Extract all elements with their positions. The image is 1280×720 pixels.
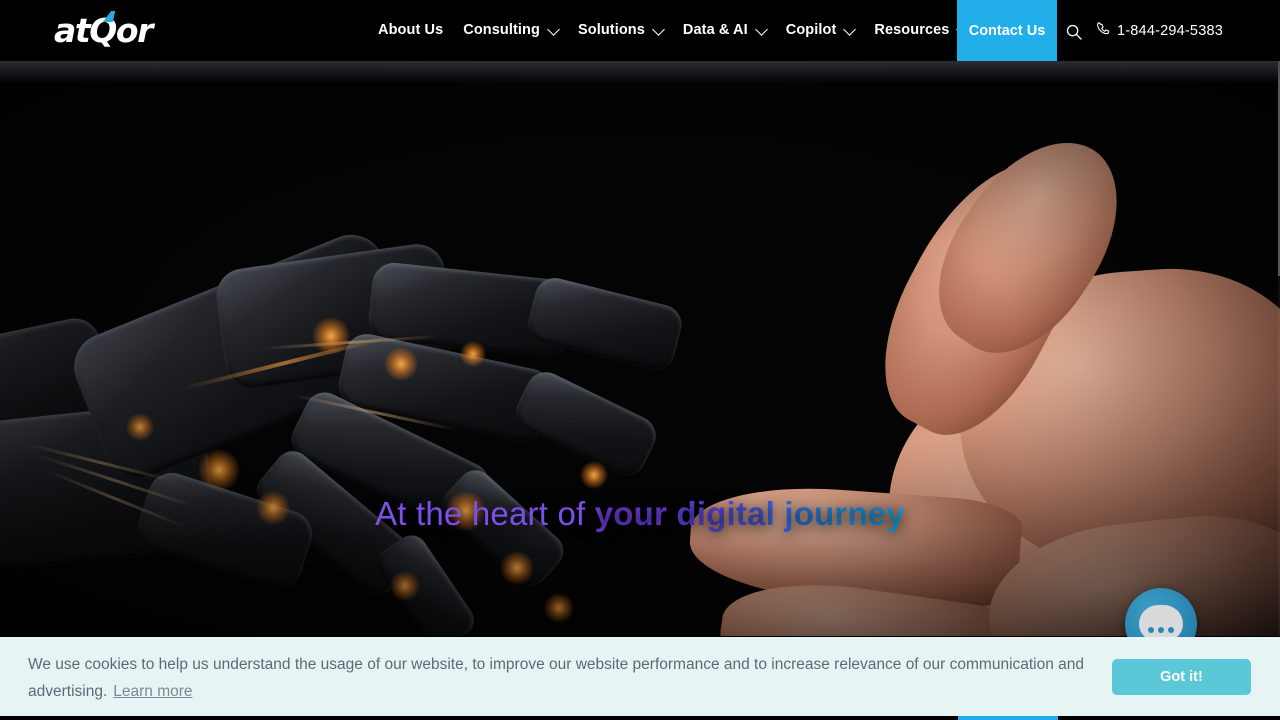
phone-number: 1-844-294-5383 [1117,23,1223,39]
site-header: atQor About Us Consulting Solutions Data… [0,0,1280,61]
cookie-learn-more-link[interactable]: Learn more [113,683,192,700]
chat-bubble-icon [1139,605,1183,641]
hero-headline: At the heart of your digital journey [0,494,1280,534]
search-icon[interactable] [1066,24,1082,40]
logo[interactable]: atQor [54,11,153,48]
chevron-down-icon [547,22,560,36]
hero-background-image [0,61,1280,636]
chevron-down-icon [754,22,768,36]
nav-item-data-and-ai[interactable]: Data & AI [673,0,776,61]
chevron-down-icon [843,22,857,36]
bottom-accent-bar [958,716,1058,720]
cookie-consent-banner: We use cookies to help us understand the… [0,637,1280,716]
hero-section: At the heart of your digital journey [0,61,1280,636]
main-navigation: About Us Consulting Solutions Data & AI … [368,0,977,61]
nav-item-solutions[interactable]: Solutions [568,0,673,61]
nav-label: Copilot [785,22,837,39]
headline-light-text: At the heart of [375,495,595,532]
chevron-down-icon [652,22,665,36]
nav-label: Resources [874,22,950,39]
phone-link[interactable]: 1-844-294-5383 [1096,21,1223,41]
nav-label: Solutions [577,22,645,39]
nav-item-consulting[interactable]: Consulting [453,0,568,61]
contact-us-label: Contact Us [968,22,1046,39]
page-root: At the heart of your digital journey atQ… [0,0,1280,720]
cookie-message: We use cookies to help us understand the… [28,651,1098,705]
nav-label: About Us [378,22,444,39]
robotic-hand-graphic [0,161,720,636]
contact-us-button[interactable]: Contact Us [957,0,1057,61]
nav-item-copilot[interactable]: Copilot [776,0,865,61]
nav-label: Data & AI [682,22,748,39]
nav-item-about-us[interactable]: About Us [368,0,453,61]
headline-bold-text: your digital journey [594,495,905,532]
nav-label: Consulting [463,22,540,39]
phone-icon [1096,21,1111,41]
human-hand-graphic [660,91,1280,636]
cookie-accept-button[interactable]: Got it! [1112,659,1251,695]
page-bottom-strip [0,716,1280,720]
